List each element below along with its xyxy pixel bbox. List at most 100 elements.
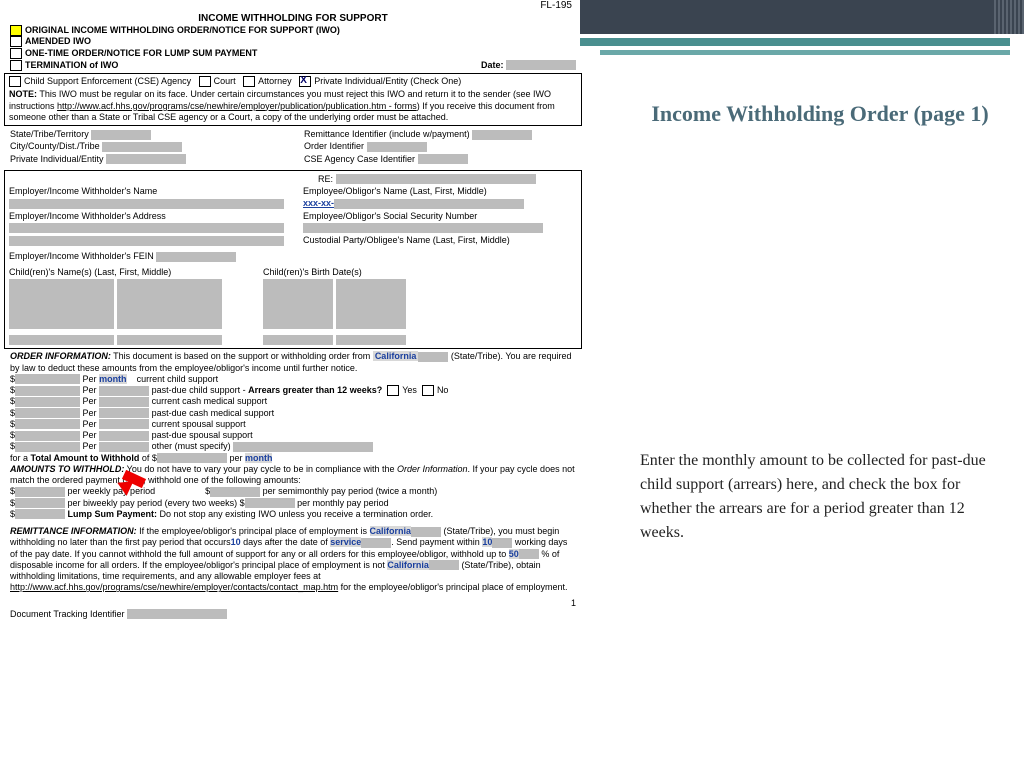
- field-amt-4[interactable]: [15, 408, 80, 418]
- field-per-7[interactable]: [99, 442, 149, 452]
- field-amt-7[interactable]: [15, 442, 80, 452]
- field-total[interactable]: [157, 453, 227, 463]
- per3: Per: [83, 396, 97, 406]
- ord-l6: past-due spousal support: [152, 430, 253, 440]
- checkbox-arr-no[interactable]: [422, 385, 434, 396]
- field-order-state[interactable]: [418, 352, 448, 362]
- field-state-tribe[interactable]: [91, 130, 151, 140]
- field-ssn-prefix: xxx-xx-: [303, 198, 334, 208]
- field-amt-5[interactable]: [15, 419, 80, 429]
- ord-l2: past-due child support -: [152, 385, 249, 395]
- field-per-5[interactable]: [99, 419, 149, 429]
- field-re[interactable]: [336, 174, 536, 184]
- field-per-2[interactable]: [99, 386, 149, 396]
- ord-l1: current child support: [137, 374, 219, 384]
- opt-amended: AMENDED IWO: [25, 36, 91, 46]
- label-attorney: Attorney: [258, 76, 292, 86]
- field-custodial[interactable]: [303, 223, 543, 233]
- checkbox-arr-yes[interactable]: [387, 385, 399, 396]
- lbl-yes: Yes: [402, 385, 417, 395]
- label-cse: Child Support Enforcement (CSE) Agency: [24, 76, 191, 86]
- field-emp-addr[interactable]: [9, 223, 284, 233]
- field-rem-st[interactable]: [411, 527, 441, 537]
- order-state: California: [373, 351, 419, 361]
- field-order-id[interactable]: [367, 142, 427, 152]
- rem-t2: days after the date of: [241, 537, 331, 547]
- field-city[interactable]: [102, 142, 182, 152]
- checkbox-cse[interactable]: [9, 76, 21, 87]
- ord-l4: past-due cash medical support: [152, 408, 275, 418]
- field-per-3[interactable]: [99, 397, 149, 407]
- field-ssn[interactable]: [334, 199, 524, 209]
- opt-onetime: ONE-TIME ORDER/NOTICE FOR LUMP SUM PAYME…: [25, 48, 257, 58]
- field-extra-4[interactable]: [336, 335, 406, 345]
- field-child-dob-2[interactable]: [336, 279, 406, 329]
- field-biweekly[interactable]: [15, 498, 65, 508]
- lump-text: Do not stop any existing IWO unless you …: [157, 509, 433, 519]
- per4: Per: [83, 408, 97, 418]
- field-amt-2[interactable]: [15, 386, 80, 396]
- field-pct[interactable]: [519, 549, 539, 559]
- note-label: NOTE:: [9, 89, 37, 99]
- lbl-cse-case: CSE Agency Case Identifier: [304, 154, 415, 164]
- lbl-private-ent: Private Individual/Entity: [10, 154, 104, 164]
- field-extra-3[interactable]: [263, 335, 333, 345]
- field-st2[interactable]: [429, 560, 459, 570]
- field-private-ent[interactable]: [106, 154, 186, 164]
- field-extra-2[interactable]: [117, 335, 222, 345]
- checkbox-private[interactable]: [299, 76, 311, 87]
- ord-of: of $: [139, 453, 157, 463]
- arrears-label: Arrears greater than 12 weeks?: [248, 385, 382, 395]
- per5: Per: [83, 419, 97, 429]
- field-emp-addr2[interactable]: [9, 236, 284, 246]
- date-field[interactable]: [506, 60, 576, 70]
- checkbox-court[interactable]: [199, 76, 211, 87]
- ord-l5: current spousal support: [152, 419, 246, 429]
- rem-link[interactable]: http://www.acf.hhs.gov/programs/cse/newh…: [10, 582, 338, 592]
- checkbox-termination[interactable]: [10, 60, 22, 71]
- field-child-dob-1[interactable]: [263, 279, 333, 329]
- checkbox-attorney[interactable]: [243, 76, 255, 87]
- field-amt-6[interactable]: [15, 431, 80, 441]
- field-per-4[interactable]: [99, 408, 149, 418]
- form-document: FL-195 INCOME WITHHOLDING FOR SUPPORT OR…: [4, 0, 582, 622]
- rem-t7: for the employee/obligor's principal pla…: [338, 582, 567, 592]
- checkbox-amended[interactable]: [10, 36, 22, 47]
- sender-box: Child Support Enforcement (CSE) Agency C…: [4, 73, 582, 126]
- field-child-name-1[interactable]: [9, 279, 114, 329]
- field-lump[interactable]: [15, 509, 65, 519]
- date-label: Date:: [481, 60, 504, 70]
- field-weekly[interactable]: [15, 487, 65, 497]
- decor-stripes: [994, 0, 1024, 34]
- checkbox-original[interactable]: [10, 25, 22, 36]
- field-monthly[interactable]: [245, 498, 295, 508]
- lbl-obligor-ssn: Employee/Obligor's Social Security Numbe…: [303, 211, 477, 221]
- field-remit-id[interactable]: [472, 130, 532, 140]
- lbl-child-names: Child(ren)'s Name(s) (Last, First, Middl…: [9, 267, 171, 277]
- slide-text: Income Withholding Order (page 1) Enter …: [640, 100, 1000, 561]
- field-semi[interactable]: [210, 487, 260, 497]
- lbl-city: City/County/Dist./Tribe: [10, 141, 100, 151]
- lbl-no: No: [437, 385, 449, 395]
- field-svc[interactable]: [361, 538, 391, 548]
- per6: Per: [83, 430, 97, 440]
- field-extra-1[interactable]: [9, 335, 114, 345]
- label-court: Court: [214, 76, 236, 86]
- field-cse-case[interactable]: [418, 154, 468, 164]
- field-per-6[interactable]: [99, 431, 149, 441]
- field-other[interactable]: [233, 442, 373, 452]
- checkbox-onetime[interactable]: [10, 48, 22, 59]
- remit-heading: REMITTANCE INFORMATION:: [10, 526, 137, 536]
- rem-cal2: California: [387, 560, 429, 570]
- field-amt-1[interactable]: [15, 374, 80, 384]
- note-link[interactable]: http://www.acf.hhs.gov/programs/cse/newh…: [57, 101, 417, 111]
- field-track[interactable]: [127, 609, 227, 619]
- ord-l3: current cash medical support: [152, 396, 268, 406]
- field-emp-name[interactable]: [9, 199, 284, 209]
- parties-box: RE: Employer/Income Withholder's NameEmp…: [4, 170, 582, 350]
- field-days[interactable]: [492, 538, 512, 548]
- field-amt-3[interactable]: [15, 397, 80, 407]
- lbl-obligor-name: Employee/Obligor's Name (Last, First, Mi…: [303, 186, 487, 196]
- field-child-name-2[interactable]: [117, 279, 222, 329]
- field-fein[interactable]: [156, 252, 236, 262]
